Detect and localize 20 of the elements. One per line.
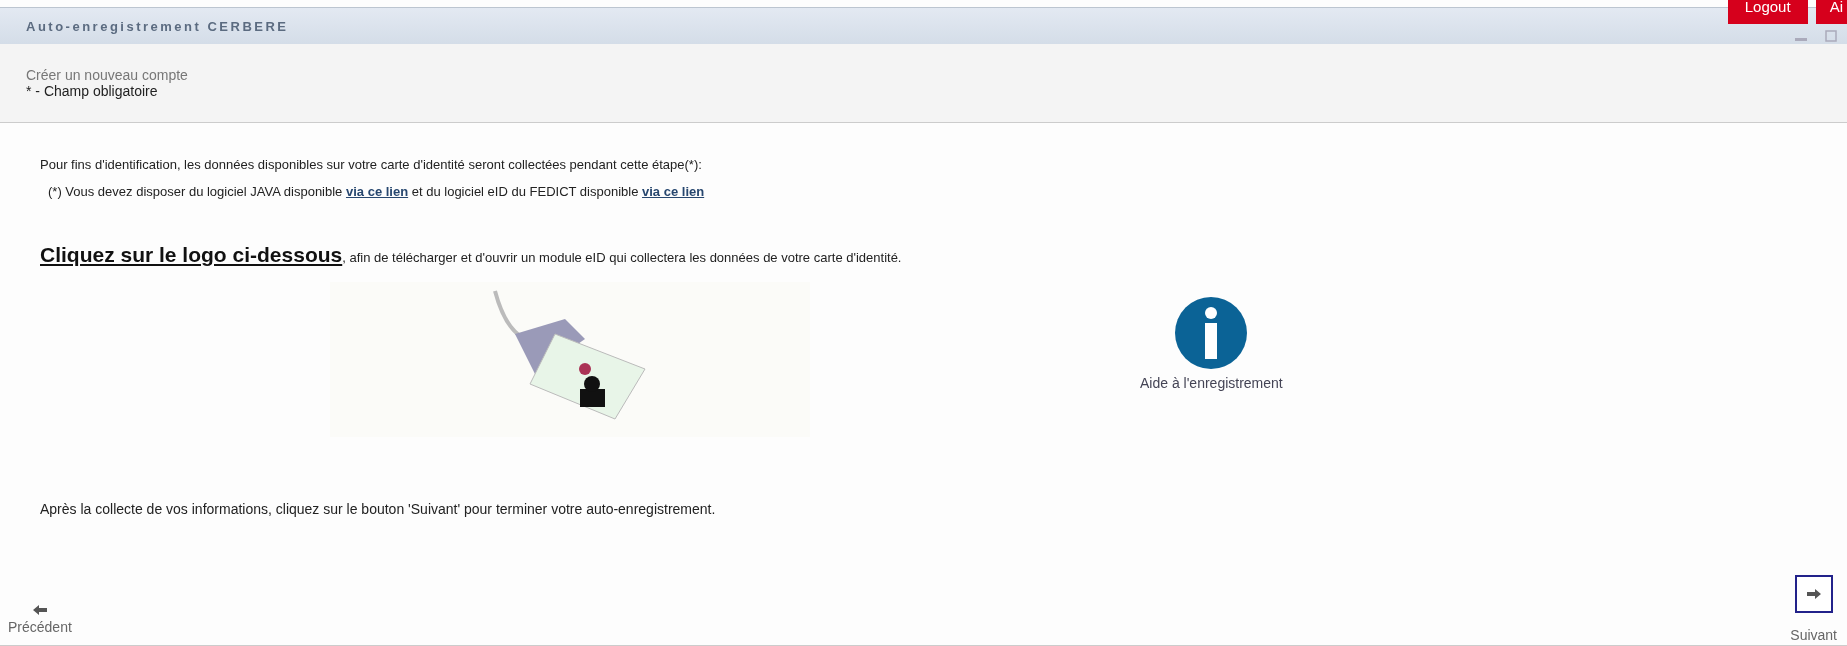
requirement-text: (*) Vous devez disposer du logiciel JAVA disponible via ce lien et du logiciel eID du FEDICT disponible via ce lien xyxy=(47,184,706,199)
intro-text: Pour fins d'identification, les données disponibles sur votre carte d'identité seront collectées pendant cette étape(*): xyxy=(40,157,703,172)
back-arrow-icon[interactable] xyxy=(32,605,47,615)
next-button[interactable] xyxy=(1794,575,1833,613)
page-title: Auto-enregistrement CERBERE xyxy=(26,18,289,34)
download-link[interactable]: via ce lien xyxy=(642,184,705,199)
info-icon[interactable] xyxy=(1175,297,1248,369)
header-button[interactable]: Logout xyxy=(1727,0,1808,24)
section-title: Créer un nouveau compte xyxy=(26,67,189,83)
logo-link[interactable]: Cliquez sur le logo ci-dessous xyxy=(40,243,343,266)
forward-arrow-icon xyxy=(1806,589,1821,599)
required-note: * - Champ obligatoire xyxy=(26,83,159,99)
previous-label[interactable]: Précédent xyxy=(8,619,72,635)
next-label[interactable]: Suivant xyxy=(1790,627,1837,643)
help-label[interactable]: Aide à l'enregistrement xyxy=(1140,375,1283,391)
instruction-text: Cliquez sur le logo ci-dessous, afin de télécharger et d'ouvrir un module eID qui collectera les données de votre carte d'identité. xyxy=(40,243,903,267)
after-text: Après la collecte de vos informations, cliquez sur le bouton 'Suivant' pour terminer votre auto-enregistrement. xyxy=(40,501,717,517)
header-button[interactable]: Ai xyxy=(1815,0,1847,24)
download-link[interactable]: via ce lien xyxy=(345,184,409,199)
card-reader-image[interactable] xyxy=(330,281,810,437)
